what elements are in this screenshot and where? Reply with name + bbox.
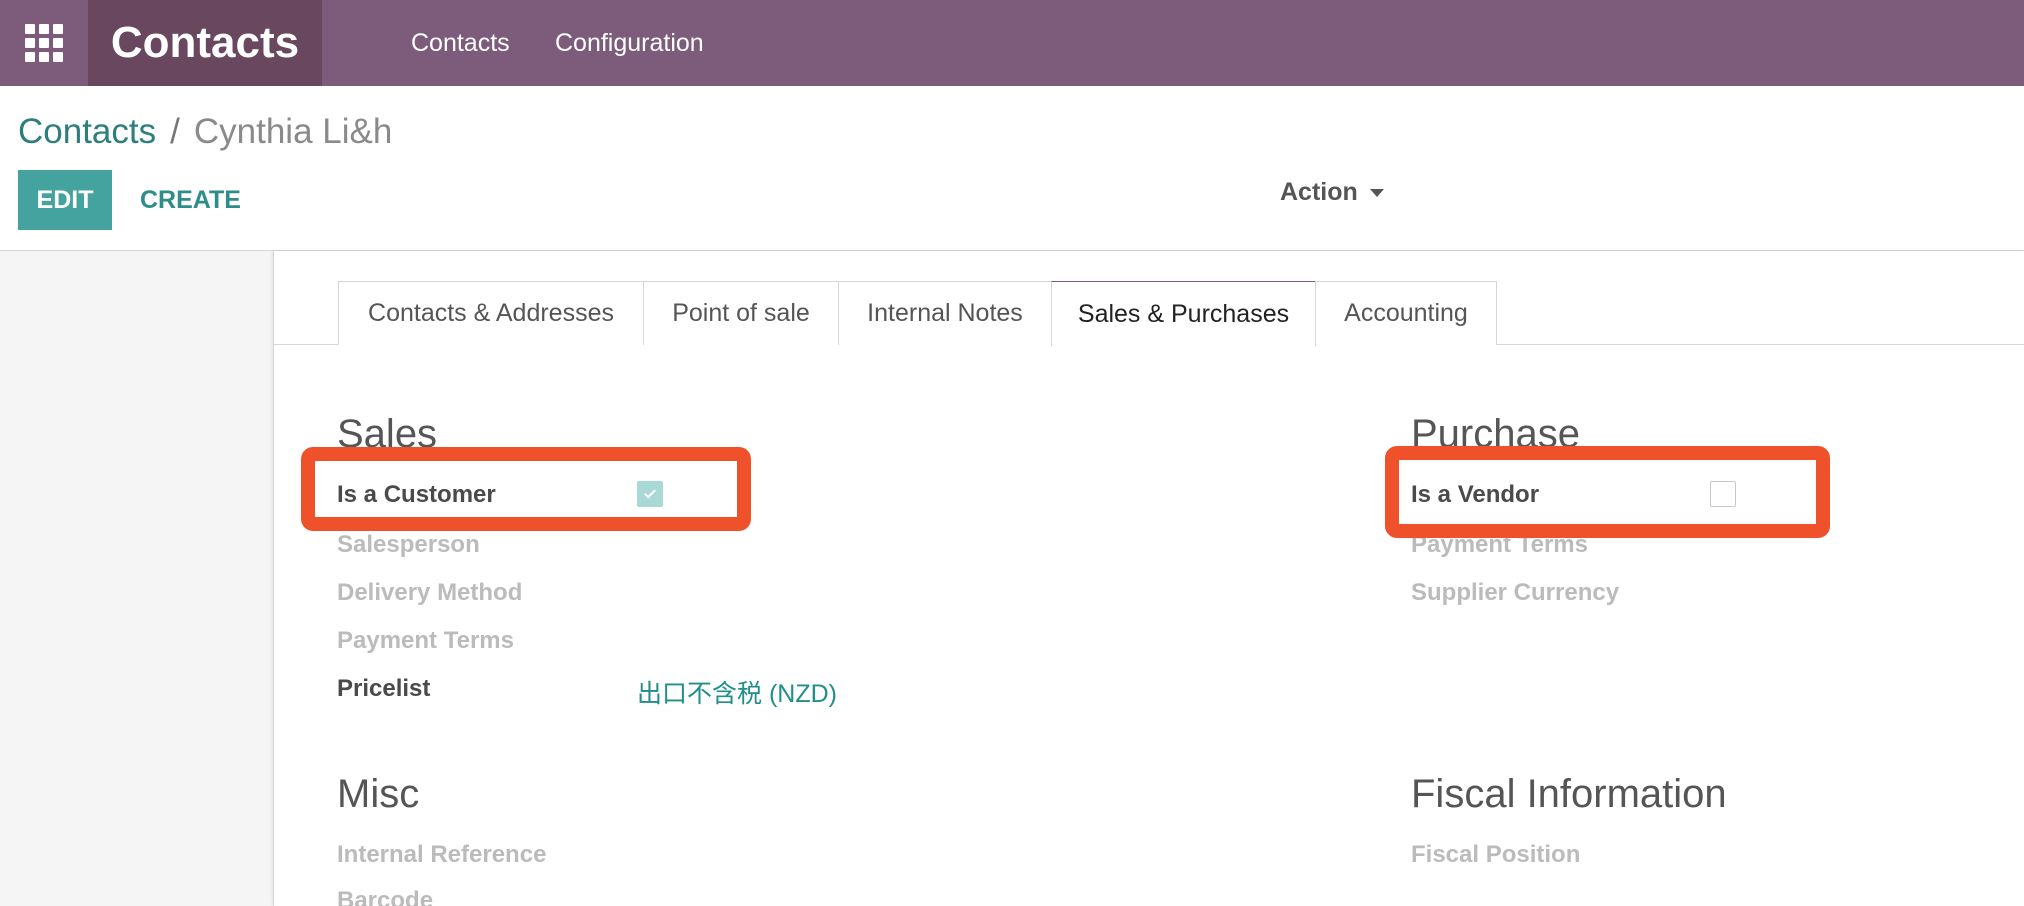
nav-contacts[interactable]: Contacts	[411, 0, 510, 86]
top-navbar: Contacts Contacts Configuration	[0, 0, 2024, 86]
tab-point-of-sale[interactable]: Point of sale	[643, 281, 839, 345]
delivery-method-label: Delivery Method	[337, 579, 523, 606]
internal-reference-label: Internal Reference	[337, 841, 547, 868]
tab-contacts-addresses[interactable]: Contacts & Addresses	[338, 281, 644, 345]
form-sheet	[273, 251, 2024, 906]
grid-icon	[25, 24, 63, 62]
is-customer-label: Is a Customer	[337, 481, 496, 508]
pricelist-value-link[interactable]: 出口不含税 (NZD)	[637, 674, 837, 710]
is-customer-checkbox[interactable]	[637, 481, 663, 507]
apps-menu-button[interactable]	[0, 0, 88, 86]
tab-sales-purchases[interactable]: Sales & Purchases	[1051, 281, 1316, 346]
nav-configuration[interactable]: Configuration	[555, 0, 704, 86]
pricelist-label: Pricelist	[337, 675, 431, 702]
supplier-currency-label: Supplier Currency	[1411, 579, 1620, 606]
fiscal-position-label: Fiscal Position	[1411, 841, 1581, 868]
tab-internal-notes[interactable]: Internal Notes	[838, 281, 1052, 345]
check-icon	[643, 486, 657, 499]
purchase-group-title: Purchase	[1411, 412, 1580, 456]
salesperson-label: Salesperson	[337, 531, 480, 558]
action-label: Action	[1280, 177, 1358, 206]
misc-group-title: Misc	[337, 772, 420, 816]
purchase-payment-terms-label: Payment Terms	[1411, 531, 1588, 558]
sales-payment-terms-label: Payment Terms	[337, 627, 514, 654]
tab-accounting[interactable]: Accounting	[1315, 281, 1497, 345]
fiscal-group-title: Fiscal Information	[1411, 772, 1727, 816]
breadcrumb-contacts-link[interactable]: Contacts	[18, 112, 156, 152]
edit-button[interactable]: EDIT	[18, 170, 112, 230]
breadcrumb-current: Cynthia Li&h	[193, 112, 393, 151]
caret-down-icon	[1369, 189, 1384, 197]
app-brand[interactable]: Contacts	[88, 0, 322, 86]
action-dropdown[interactable]: Action	[1280, 172, 1384, 212]
breadcrumb-separator: /	[170, 112, 180, 151]
create-button[interactable]: CREATE	[130, 170, 251, 230]
is-vendor-checkbox[interactable]	[1710, 481, 1736, 507]
breadcrumb: Contacts / Cynthia Li&h	[18, 112, 392, 152]
sales-group-title: Sales	[337, 412, 438, 456]
barcode-label: Barcode	[337, 887, 434, 906]
is-vendor-label: Is a Vendor	[1411, 481, 1540, 508]
